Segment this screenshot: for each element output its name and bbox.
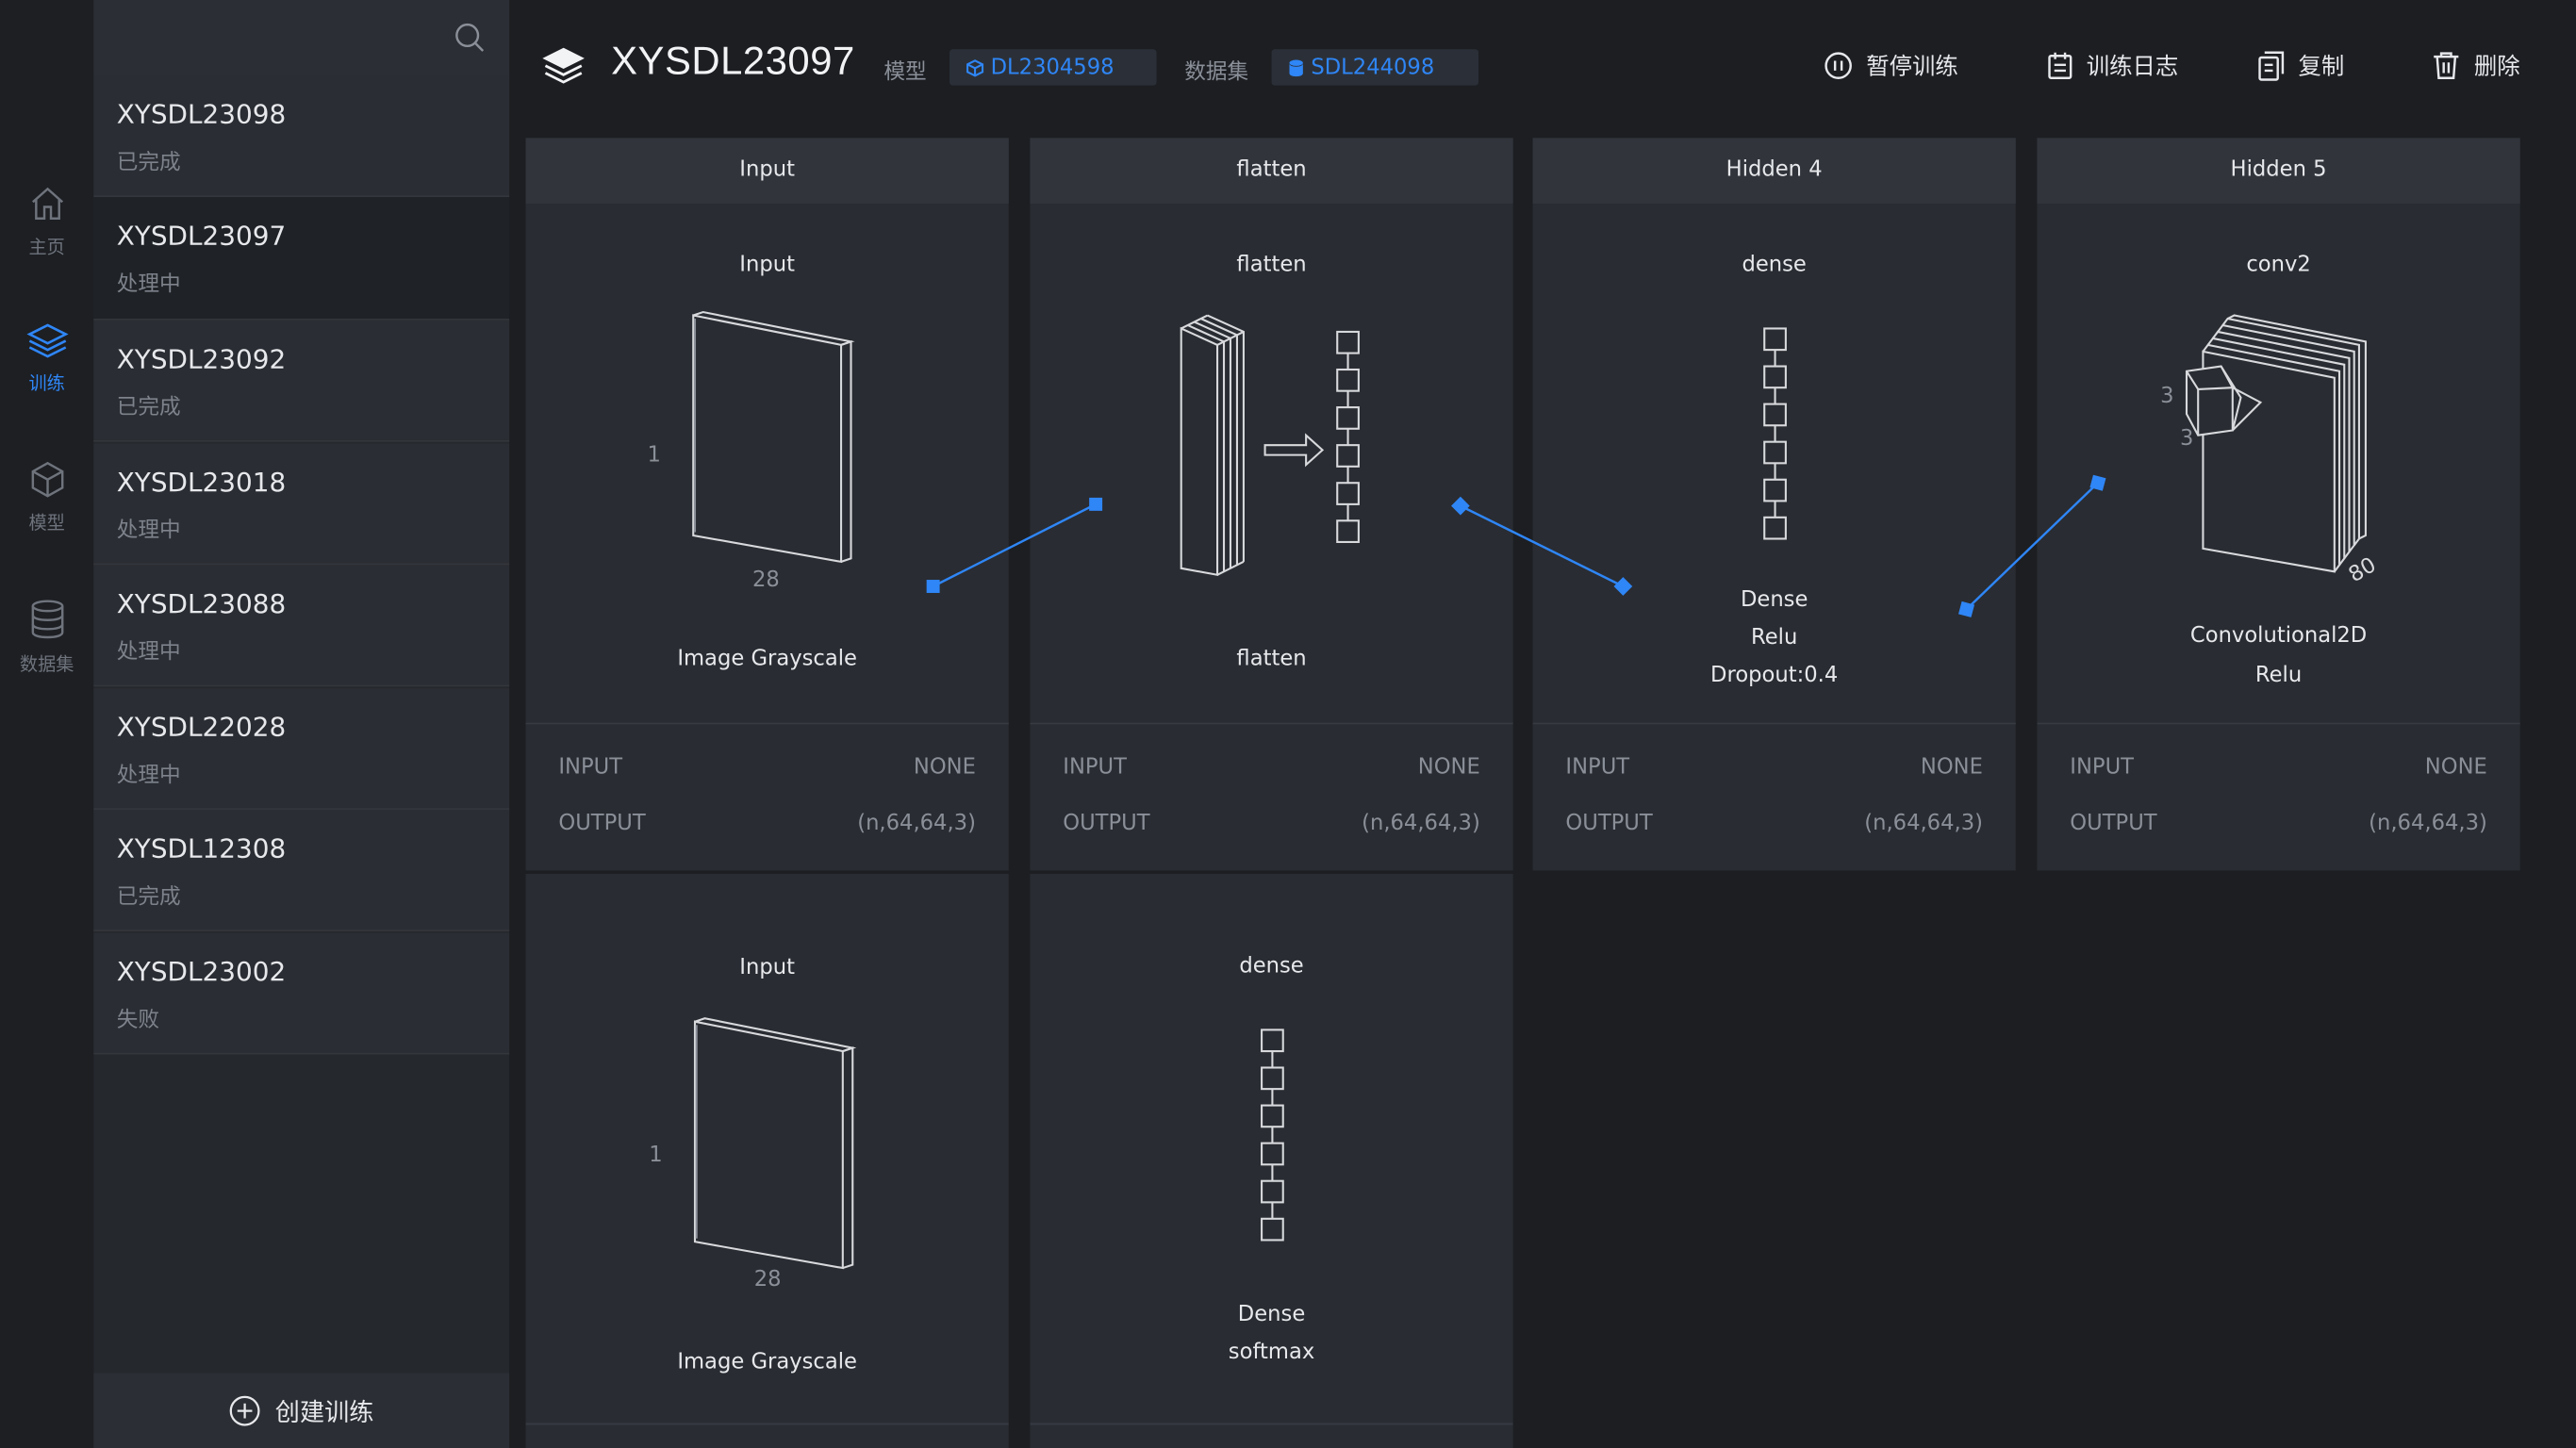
connector-input-flatten[interactable]	[926, 497, 1103, 593]
connector-hidden4-hidden5[interactable]	[1957, 474, 2106, 617]
layer-connectors	[926, 474, 2106, 617]
connector-flatten-hidden4[interactable]	[1451, 496, 1633, 596]
app-root: 主页 训练 模型 数据集 XYSDL23098 已完成 XYSDL23097 处…	[0, 0, 2576, 1448]
